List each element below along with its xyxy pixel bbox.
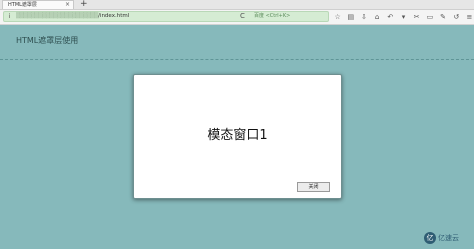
modal-window: 模态窗口1 关闭 bbox=[133, 74, 342, 199]
tools-icon[interactable]: ✎ bbox=[439, 12, 448, 22]
home-icon[interactable]: ⌂ bbox=[373, 12, 382, 22]
browser-tab[interactable]: HTML遮罩层 × bbox=[2, 0, 74, 9]
modal-title: 模态窗口1 bbox=[207, 128, 268, 143]
tab-title: HTML遮罩层 bbox=[8, 2, 37, 8]
url-text: ▒▒▒▒▒▒▒▒▒▒▒▒▒▒▒▒▒▒▒▒▒▒/index.html bbox=[16, 12, 129, 21]
screenshot-icon[interactable]: ✂ bbox=[412, 12, 421, 22]
url-host: ▒▒▒▒▒▒▒▒▒▒▒▒▒▒▒▒▒▒▒▒▒▒ bbox=[16, 13, 99, 19]
new-tab-button[interactable]: + bbox=[80, 0, 88, 9]
star-icon[interactable]: ☆ bbox=[333, 12, 342, 22]
tab-strip: HTML遮罩层 × + bbox=[0, 0, 474, 10]
chat-icon[interactable]: ▭ bbox=[425, 12, 434, 22]
address-bar[interactable]: i ▒▒▒▒▒▒▒▒▒▒▒▒▒▒▒▒▒▒▒▒▒▒/index.html C 百度… bbox=[3, 11, 329, 22]
info-icon[interactable]: i bbox=[6, 13, 13, 20]
close-button[interactable]: 关闭 bbox=[297, 182, 330, 192]
reload-icon[interactable]: C bbox=[240, 12, 245, 21]
watermark-text: 亿速云 bbox=[438, 234, 459, 242]
logo-icon: 亿 bbox=[424, 232, 436, 244]
clipboard-icon[interactable]: ▤ bbox=[346, 12, 355, 22]
download-icon[interactable]: ⇩ bbox=[359, 12, 368, 22]
tab-close-icon[interactable]: × bbox=[65, 1, 70, 9]
undo-icon[interactable]: ↺ bbox=[452, 12, 461, 22]
url-path: /index.html bbox=[98, 13, 130, 19]
page-title: HTML遮罩层使用 bbox=[16, 36, 79, 45]
watermark-logo: 亿 亿速云 bbox=[424, 232, 459, 244]
page-header: HTML遮罩层使用 bbox=[0, 25, 474, 59]
menu-icon[interactable]: ≡ bbox=[465, 12, 474, 22]
dropdown-icon[interactable]: ▾ bbox=[399, 12, 408, 22]
back-icon[interactable]: ↶ bbox=[386, 12, 395, 22]
browser-toolbar: i ▒▒▒▒▒▒▒▒▒▒▒▒▒▒▒▒▒▒▒▒▒▒/index.html C 百度… bbox=[0, 10, 474, 25]
toolbar-icons: ☆ ▤ ⇩ ⌂ ↶ ▾ ✂ ▭ ✎ ↺ ≡ bbox=[333, 11, 474, 22]
search-input[interactable]: 百度 <Ctrl+K> bbox=[254, 13, 324, 20]
header-divider bbox=[0, 59, 474, 60]
